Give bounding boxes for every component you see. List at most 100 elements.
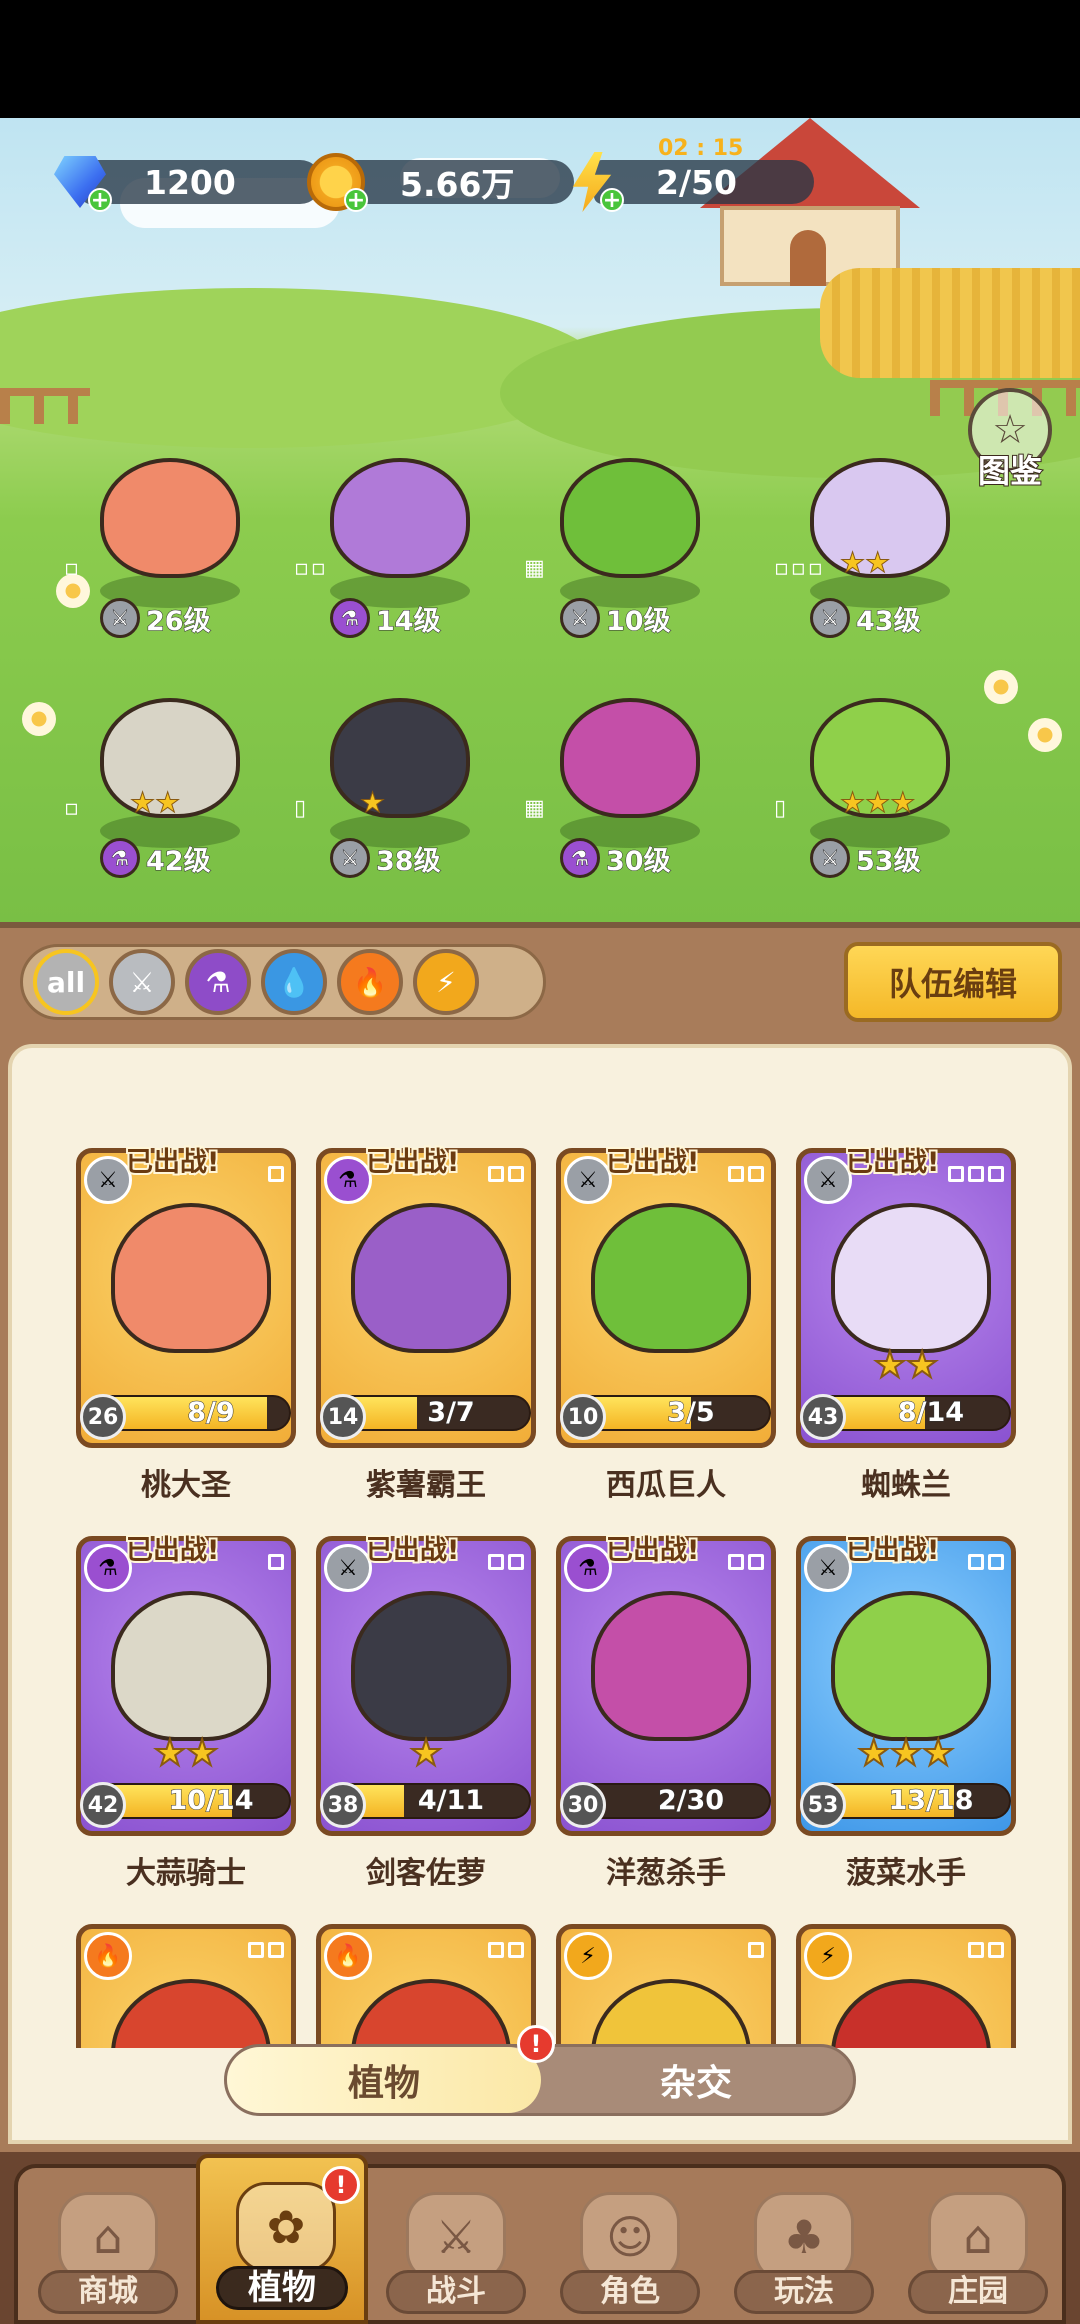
plant-sprite: [560, 698, 700, 818]
tab-plants[interactable]: 植物: [227, 2047, 541, 2113]
nav-label: 玩法: [734, 2270, 874, 2314]
plant-card-grid[interactable]: 8/9 ⚔ 已出战! 26 桃大圣 3/7 ⚗ 已出战! 14 紫薯霸王 3/5…: [66, 1108, 1026, 2048]
unit-level: ⚔ 43级: [810, 598, 921, 638]
plants-icon: ✿: [236, 2182, 336, 2272]
plant-card[interactable]: 3/7 ⚗ 已出战! 14 紫薯霸王: [316, 1145, 536, 1503]
filter-all[interactable]: all: [33, 949, 99, 1015]
plant-card[interactable]: 3/5 ⚔ 已出战! 10 西瓜巨人: [556, 1145, 776, 1503]
star-rating: ★★: [873, 1344, 940, 1387]
unit-level: ⚔ 26级: [100, 598, 211, 638]
plant-name: 紫薯霸王: [366, 1468, 486, 1503]
filter-lightning-icon[interactable]: ⚡: [413, 949, 479, 1015]
equipment-slots-icon: [748, 1942, 764, 1958]
star-rating: ★: [359, 786, 386, 820]
plant-portrait: [111, 1979, 271, 2048]
unit-level-text: 53级: [856, 845, 922, 877]
equipment-slots-icon: ▫▫▫: [774, 556, 825, 581]
nav-label: 植物: [216, 2266, 348, 2310]
lineup-unit[interactable]: ▦ ⚗ 30级: [520, 678, 730, 878]
plant-sprite: [330, 458, 470, 578]
element-filter-bar: all ⚔ ⚗ 💧 🔥 ⚡ 队伍编辑: [0, 922, 1080, 1032]
sword-element-icon: ⚔: [810, 598, 850, 638]
sword-element-icon: ⚔: [560, 598, 600, 638]
lineup-unit[interactable]: ▫ ⚔ 26级: [60, 438, 270, 638]
equipment-slots-icon: [248, 1942, 284, 1958]
sword-element-icon: ⚔: [564, 1156, 612, 1204]
lineup-unit[interactable]: ▫▫▫ ★★ ⚔ 43级: [770, 438, 980, 638]
sword-element-icon: ⚔: [330, 838, 370, 878]
sword-element-icon: ⚔: [804, 1544, 852, 1592]
plant-portrait: [351, 1979, 511, 2048]
coins-counter[interactable]: + 5.66万: [304, 153, 574, 212]
plant-card[interactable]: ★★ 8/14 ⚔ 已出战! 43 蜘蛛兰: [796, 1145, 1016, 1503]
bottom-nav-bar: ⌂ 商城 ✿ 植物 ! ⚔ 战斗 ☺ 角色 ♣ 玩法 ⌂ 庄园: [14, 2154, 1066, 2324]
battle-lineup-scene: + 1200 + 5.66万 02 : 15 + 2/50 ☆ 图鉴 ▫ ⚔ 2…: [0, 118, 1080, 922]
potion-element-icon: ⚗: [564, 1544, 612, 1592]
plant-card[interactable]: 8/9 ⚔ 已出战! 26 桃大圣: [76, 1145, 296, 1503]
plant-card[interactable]: ⚡: [556, 1924, 776, 2048]
energy-counter[interactable]: + 2/50: [560, 152, 814, 212]
plant-card[interactable]: ★★★ 13/18 ⚔ 已出战! 53 菠菜水手: [796, 1533, 1016, 1891]
lineup-unit[interactable]: ▯ ★ ⚔ 38级: [290, 678, 500, 878]
nav-item-gameplay[interactable]: ♣ 玩法: [718, 2168, 890, 2324]
gem-icon: +: [48, 150, 112, 214]
gems-counter[interactable]: + 1200: [48, 154, 322, 212]
nav-item-shop[interactable]: ⌂ 商城: [22, 2168, 194, 2324]
add-gems-icon[interactable]: +: [88, 188, 112, 212]
unit-level: ⚔ 38级: [330, 838, 441, 878]
nav-item-plants[interactable]: ✿ 植物 !: [196, 2154, 368, 2324]
plant-card[interactable]: ★ 4/11 ⚔ 已出战! 38 剑客佐萝: [316, 1533, 536, 1891]
deployed-badge: 已出战!: [844, 1145, 941, 1180]
add-coins-icon[interactable]: +: [344, 188, 368, 212]
nav-label: 庄园: [908, 2270, 1048, 2314]
add-energy-icon[interactable]: +: [600, 188, 624, 212]
coins-value: 5.66万: [338, 160, 574, 204]
hybrid-alert-icon: !: [517, 2025, 555, 2063]
collection-inner: 8/9 ⚔ 已出战! 26 桃大圣 3/7 ⚗ 已出战! 14 紫薯霸王 3/5…: [8, 1044, 1072, 2144]
plant-portrait: [591, 1203, 751, 1353]
potion-element-icon: ⚗: [560, 838, 600, 878]
plant-card[interactable]: 🔥: [76, 1924, 296, 2048]
team-edit-button[interactable]: 队伍编辑: [844, 942, 1062, 1022]
filter-fire-icon[interactable]: 🔥: [337, 949, 403, 1015]
star-rating: ★★: [839, 546, 891, 580]
plant-portrait: [591, 1979, 751, 2048]
deployed-badge: 已出战!: [604, 1533, 701, 1568]
nav-label: 角色: [560, 2270, 700, 2314]
nav-item-battle[interactable]: ⚔ 战斗: [370, 2168, 542, 2324]
lineup-unit[interactable]: ▯ ★★★ ⚔ 53级: [770, 678, 980, 878]
filter-water-icon[interactable]: 💧: [261, 949, 327, 1015]
star-rating: ★★★: [857, 1732, 956, 1775]
plant-name: 菠菜水手: [846, 1856, 966, 1891]
lineup-unit[interactable]: ▫▫ ⚗ 14级: [290, 438, 500, 638]
plant-card[interactable]: ⚡: [796, 1924, 1016, 2048]
deployed-badge: 已出战!: [124, 1145, 221, 1180]
lineup-unit[interactable]: ▦ ⚔ 10级: [520, 438, 730, 638]
potion-element-icon: ⚗: [324, 1156, 372, 1204]
equipment-slots-icon: [488, 1942, 524, 1958]
card-level-badge: 42: [80, 1782, 126, 1828]
nav-item-manor[interactable]: ⌂ 庄园: [892, 2168, 1064, 2324]
flower: [22, 702, 56, 736]
plant-card[interactable]: 2/30 ⚗ 已出战! 30 洋葱杀手: [556, 1533, 776, 1891]
star-rating: ★★★: [839, 786, 916, 820]
equipment-slots-icon: [948, 1166, 1004, 1182]
equipment-slots-icon: [488, 1554, 524, 1570]
flower: [1028, 718, 1062, 752]
filter-potion-icon[interactable]: ⚗: [185, 949, 251, 1015]
card-level-badge: 14: [320, 1394, 366, 1440]
nav-item-character[interactable]: ☺ 角色: [544, 2168, 716, 2324]
lineup-unit[interactable]: ▫ ★★ ⚗ 42级: [60, 678, 270, 878]
shop-icon: ⌂: [58, 2192, 158, 2282]
tab-hybrid[interactable]: 杂交: [539, 2047, 853, 2113]
battle-icon: ⚔: [406, 2192, 506, 2282]
hill: [0, 288, 600, 448]
manor-icon: ⌂: [928, 2192, 1028, 2282]
plant-card[interactable]: 🔥: [316, 1924, 536, 2048]
bottom-navigation: ⌂ 商城 ✿ 植物 ! ⚔ 战斗 ☺ 角色 ♣ 玩法 ⌂ 庄园: [0, 2152, 1080, 2324]
filter-sword-icon[interactable]: ⚔: [109, 949, 175, 1015]
plant-card[interactable]: ★★ 10/14 ⚗ 已出战! 42 大蒜骑士: [76, 1533, 296, 1891]
plant-name: 蜘蛛兰: [861, 1468, 951, 1503]
equipment-slots-icon: ▦: [524, 556, 547, 581]
sword-element-icon: ⚔: [324, 1544, 372, 1592]
